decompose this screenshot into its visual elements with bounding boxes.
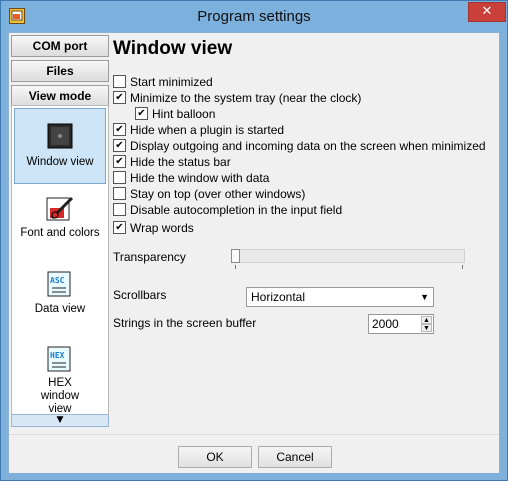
page-data-view[interactable]: ASC Data view [14, 271, 106, 331]
section-files[interactable]: Files [11, 60, 109, 82]
page-label: HEX window view [40, 377, 80, 415]
checkbox[interactable]: ✔ [113, 155, 126, 169]
option-disable-autocompletion[interactable]: Disable autocompletion in the input fiel… [113, 202, 342, 218]
window-title: Program settings [197, 8, 311, 25]
checkbox[interactable] [113, 203, 126, 217]
close-icon: ✕ [481, 4, 493, 19]
option-display-data-minimized[interactable]: ✔ Display outgoing and incoming data on t… [113, 138, 486, 154]
svg-text:HEX: HEX [50, 351, 65, 360]
ok-button[interactable]: OK [178, 446, 252, 468]
checkbox[interactable]: ✔ [113, 221, 126, 235]
asc-data-icon: ASC [47, 271, 71, 297]
slider-ticks [235, 265, 463, 269]
client-area: COM port Files View mode Window view Fon… [8, 32, 500, 473]
page-label: Data view [34, 303, 86, 315]
checkbox[interactable] [113, 171, 126, 185]
page-label: Window view [26, 156, 94, 168]
checkbox[interactable]: ✔ [113, 139, 126, 153]
chevron-down-icon: ▼ [420, 292, 429, 302]
option-stay-on-top[interactable]: Stay on top (over other windows) [113, 186, 305, 202]
slider-thumb[interactable] [231, 249, 240, 263]
down-arrow-icon: ▼ [56, 415, 64, 425]
checkbox[interactable]: ✔ [113, 91, 126, 105]
page-title: Window view [113, 38, 233, 59]
transparency-label: Transparency [113, 250, 186, 264]
buffer-spinbox[interactable]: 2000 ▲ ▼ [368, 314, 434, 334]
page-window-view[interactable]: Window view [14, 108, 106, 184]
option-hint-balloon[interactable]: ✔ Hint balloon [135, 106, 215, 122]
font-colors-icon [46, 196, 74, 221]
option-minimize-to-tray[interactable]: ✔ Minimize to the system tray (near the c… [113, 90, 361, 106]
option-wrap-words[interactable]: ✔ Wrap words [113, 220, 194, 236]
checkbox[interactable]: ✔ [135, 107, 148, 121]
option-start-minimized[interactable]: Start minimized [113, 74, 213, 90]
option-hide-window-with-data[interactable]: Hide the window with data [113, 170, 269, 186]
page-label: Font and colors [20, 227, 100, 239]
option-hide-status-bar[interactable]: ✔ Hide the status bar [113, 154, 231, 170]
dialog-footer: OK Cancel [9, 434, 499, 473]
svg-text:ASC: ASC [50, 276, 65, 285]
spin-down-icon[interactable]: ▼ [421, 324, 432, 332]
cancel-button[interactable]: Cancel [258, 446, 332, 468]
page-list-scroll-down[interactable]: ▼ [11, 414, 109, 427]
page-hex-window-view[interactable]: HEX HEX window view [14, 346, 106, 415]
window-view-icon [47, 123, 73, 149]
section-com-port[interactable]: COM port [11, 35, 109, 57]
transparency-slider[interactable] [231, 249, 465, 263]
settings-window: Program settings ✕ COM port Files View m… [0, 0, 508, 481]
checkbox[interactable] [113, 75, 126, 89]
buffer-label: Strings in the screen buffer [113, 316, 257, 330]
title-bar[interactable]: Program settings ✕ [1, 1, 507, 32]
section-view-mode[interactable]: View mode [11, 85, 109, 107]
checkbox[interactable] [113, 187, 126, 201]
page-font-colors[interactable]: Font and colors [14, 196, 106, 256]
scrollbars-select[interactable]: Horizontal ▼ [246, 287, 434, 307]
checkbox[interactable]: ✔ [113, 123, 126, 137]
spin-up-icon[interactable]: ▲ [421, 316, 432, 324]
close-button[interactable]: ✕ [468, 2, 506, 22]
page-list: Window view Font and colors ASC Data vie… [11, 105, 109, 427]
hex-window-icon: HEX [47, 346, 71, 372]
option-hide-on-plugin[interactable]: ✔ Hide when a plugin is started [113, 122, 284, 138]
scrollbars-label: Scrollbars [113, 288, 167, 302]
